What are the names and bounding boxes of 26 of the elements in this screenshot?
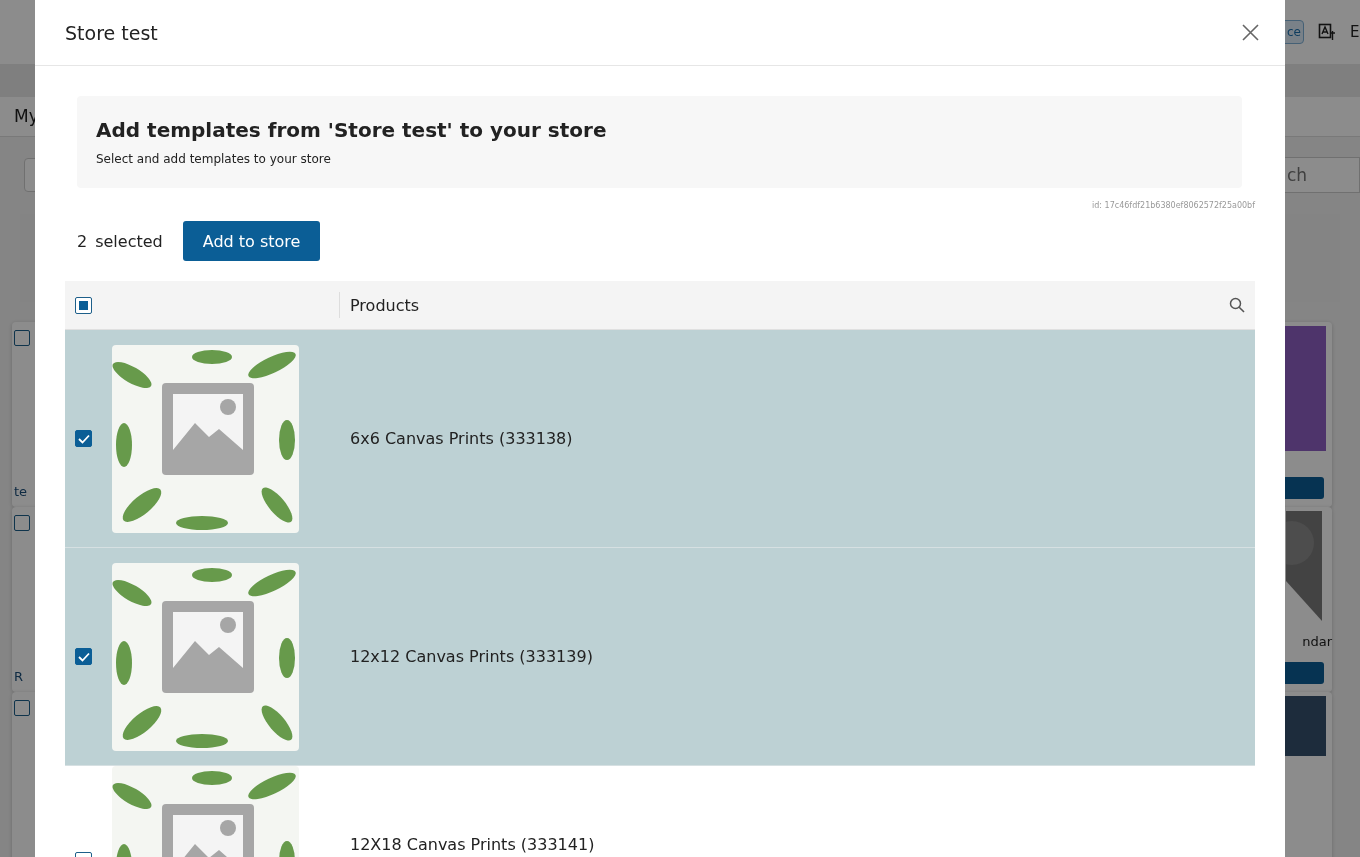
dialog-title: Store test: [65, 21, 158, 44]
product-name: 6x6 Canvas Prints (333138): [350, 429, 573, 448]
product-name: 12X18 Canvas Prints (333141): [350, 834, 595, 854]
card-title: te: [14, 484, 29, 499]
banner-heading: Add templates from 'Store test' to your store: [96, 118, 607, 142]
column-header: Products: [350, 295, 420, 315]
id-text: id: 17c46fdf21b6380ef8062572f25a00bf: [1092, 201, 1255, 210]
product-row[interactable]: 6x6 Canvas Prints (333138): [65, 330, 1255, 548]
checkbox[interactable]: [14, 330, 30, 346]
close-icon[interactable]: [1242, 24, 1259, 41]
card-title: R: [14, 669, 25, 684]
checkbox[interactable]: [14, 515, 30, 531]
selected-label: selected: [95, 231, 163, 251]
search-icon[interactable]: [1229, 297, 1245, 313]
product-row[interactable]: 12x12 Canvas Prints (333139): [65, 548, 1255, 766]
product-name: 12x12 Canvas Prints (333139): [350, 647, 593, 666]
banner-text: Select and add templates to your store: [96, 152, 331, 166]
selected-count: 2: [77, 231, 88, 251]
card-title: ndar: [1302, 634, 1332, 649]
translate-icon[interactable]: [1318, 22, 1336, 41]
checkbox[interactable]: [14, 700, 30, 716]
header-link[interactable]: E: [1350, 22, 1360, 41]
add-to-store-button[interactable]: Add to store: [182, 221, 321, 261]
select-all-checkbox[interactable]: [75, 296, 92, 314]
row-checkbox[interactable]: [75, 648, 92, 665]
row-checkbox[interactable]: [75, 430, 92, 447]
